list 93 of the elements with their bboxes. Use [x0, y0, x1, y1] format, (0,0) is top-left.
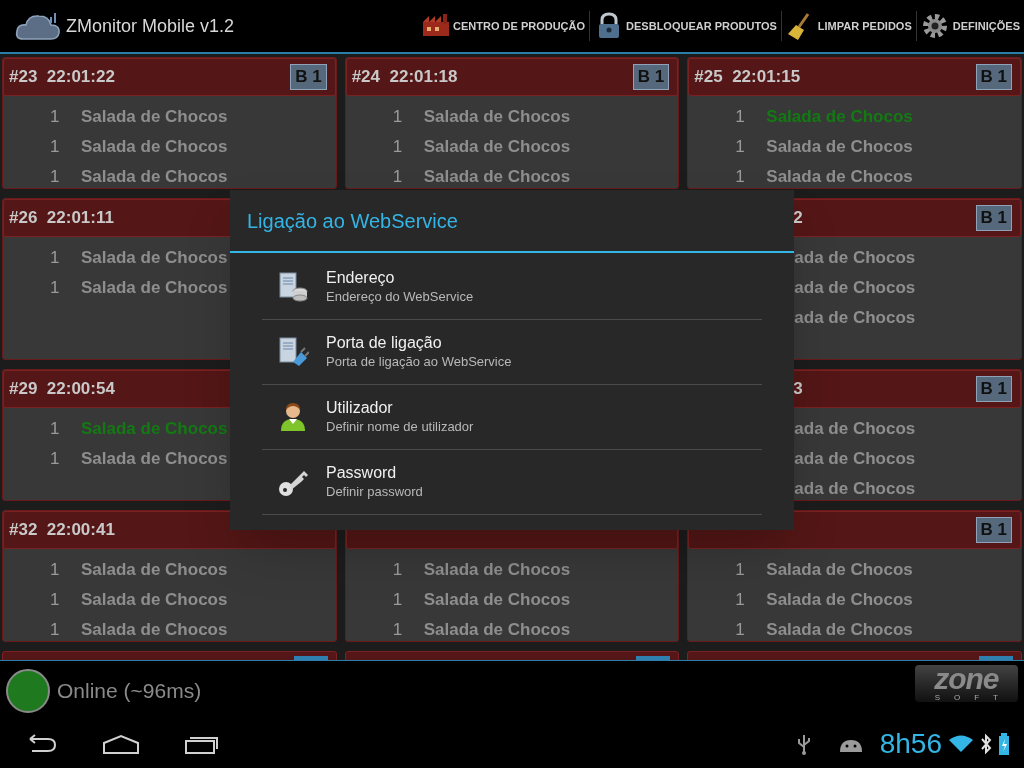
item-name: Salada de Chocos — [766, 136, 913, 159]
item-name: Salada de Chocos — [766, 589, 913, 612]
item-name: ada de Chocos — [794, 448, 916, 471]
order-number-time: 3 — [793, 378, 803, 401]
item-quantity: 1 — [392, 559, 404, 582]
action-button[interactable]: LIMPAR PEDIDOS — [781, 0, 916, 52]
item-quantity: 1 — [735, 559, 746, 582]
item-quantity: 1 — [50, 277, 61, 300]
item-quantity: 1 — [50, 418, 61, 441]
home-icon[interactable] — [102, 733, 140, 755]
item-title: Password — [326, 463, 398, 483]
battery-icon — [998, 733, 1010, 755]
item-quantity: 1 — [50, 619, 61, 641]
item-name: Salada de Chocos — [81, 559, 228, 582]
item-quantity: 1 — [735, 106, 746, 129]
item-quantity: 1 — [50, 448, 61, 471]
item-quantity: 1 — [50, 166, 61, 188]
order-number-time: #32 22:00:41 — [9, 519, 115, 542]
dialog-title: Ligação ao WebService — [230, 190, 794, 253]
item-summary: Definir nome de utilizador — [326, 418, 474, 436]
settings-item[interactable]: Porta de ligação Porta de ligação ao WebService — [262, 320, 762, 385]
table-badge: B 1 — [975, 376, 1012, 402]
order-number-time: #29 22:00:54 — [9, 378, 115, 401]
logo-subtitle: SOFT — [933, 693, 1012, 702]
table-badge: B 1 — [290, 64, 327, 90]
item-quantity: 1 — [392, 106, 404, 129]
item-quantity: 1 — [392, 166, 404, 188]
usb-icon — [795, 733, 812, 755]
order-number-time: #25 22:01:15 — [694, 66, 801, 89]
action-button[interactable]: CENTRO DE PRODUÇÃO — [417, 0, 590, 52]
app-title: ZMonitor Mobile v1.2 — [66, 14, 235, 38]
item-quantity: 1 — [735, 589, 746, 612]
item-name: Salada de Chocos — [81, 589, 228, 612]
action-button[interactable]: DESBLOQUEAR PRODUTOS — [590, 0, 781, 52]
server-icon — [277, 271, 309, 303]
order-number-time: #23 22:01:22 — [9, 66, 115, 89]
item-name: Salada de Chocos — [766, 106, 913, 129]
item-quantity: 1 — [50, 559, 61, 582]
item-name: Salada de Chocos — [81, 136, 228, 159]
item-title: Porta de ligação — [326, 333, 443, 353]
clock: 8h56 — [879, 727, 942, 761]
item-name: Salada de Chocos — [766, 559, 913, 582]
item-name: ada de Chocos — [794, 478, 916, 500]
table-badge: B 1 — [632, 64, 670, 90]
item-name: Salada de Chocos — [81, 277, 228, 300]
logo-word: zone — [934, 665, 999, 693]
item-name: Salada de Chocos — [81, 418, 228, 441]
table-badge: B 1 — [975, 64, 1012, 90]
item-name: Salada de Chocos — [423, 106, 571, 129]
table-badge: B 1 — [975, 205, 1012, 231]
item-quantity: 1 — [392, 136, 404, 159]
item-name: Salada de Chocos — [423, 166, 571, 188]
item-name: Salada de Chocos — [81, 106, 228, 129]
settings-item[interactable]: Utilizador Definir nome de utilizador — [262, 385, 762, 450]
status-text: Online (~96ms) — [57, 677, 202, 704]
item-summary: Porta de ligação ao WebService — [326, 353, 512, 371]
item-name: ada de Chocos — [794, 418, 916, 441]
item-title: Utilizador — [326, 398, 394, 418]
item-name: Salada de Chocos — [81, 448, 228, 471]
settings-item[interactable]: Password Definir password — [262, 450, 762, 515]
order-number-time: 2 — [793, 207, 803, 230]
item-name: ada de Chocos — [794, 307, 916, 330]
item-name: Salada de Chocos — [81, 166, 228, 188]
item-title: Endereço — [326, 268, 396, 288]
settings-item[interactable]: Endereço Endereço do WebService — [262, 255, 762, 320]
item-name: ada de Chocos — [794, 247, 916, 270]
item-quantity: 1 — [50, 136, 61, 159]
item-quantity: 1 — [735, 619, 746, 641]
item-quantity: 1 — [50, 589, 61, 612]
item-name: Salada de Chocos — [423, 136, 571, 159]
server-plug-icon — [277, 336, 309, 368]
table-badge: B 1 — [975, 517, 1012, 543]
item-quantity: 1 — [50, 247, 61, 270]
item-name: Salada de Chocos — [81, 619, 228, 641]
item-name: Salada de Chocos — [766, 166, 913, 188]
item-summary: Endereço do WebService — [326, 288, 474, 306]
item-quantity: 1 — [735, 136, 746, 159]
item-name: Salada de Chocos — [423, 589, 571, 612]
item-quantity: 1 — [392, 589, 404, 612]
wifi-icon — [948, 734, 974, 754]
item-name: ada de Chocos — [794, 277, 916, 300]
bluetooth-icon — [980, 733, 992, 755]
item-name: Salada de Chocos — [423, 559, 571, 582]
order-number-time: #26 22:01:11 — [9, 207, 114, 230]
item-name: Salada de Chocos — [81, 247, 228, 270]
order-number-time: #24 22:01:18 — [351, 66, 458, 89]
action-button[interactable]: DEFINIÇÕES — [916, 0, 1024, 52]
item-name: Salada de Chocos — [766, 619, 913, 641]
item-summary: Definir password — [326, 483, 423, 501]
item-quantity: 1 — [50, 106, 61, 129]
item-quantity: 1 — [392, 619, 404, 641]
item-name: Salada de Chocos — [423, 619, 571, 641]
item-quantity: 1 — [735, 166, 746, 188]
